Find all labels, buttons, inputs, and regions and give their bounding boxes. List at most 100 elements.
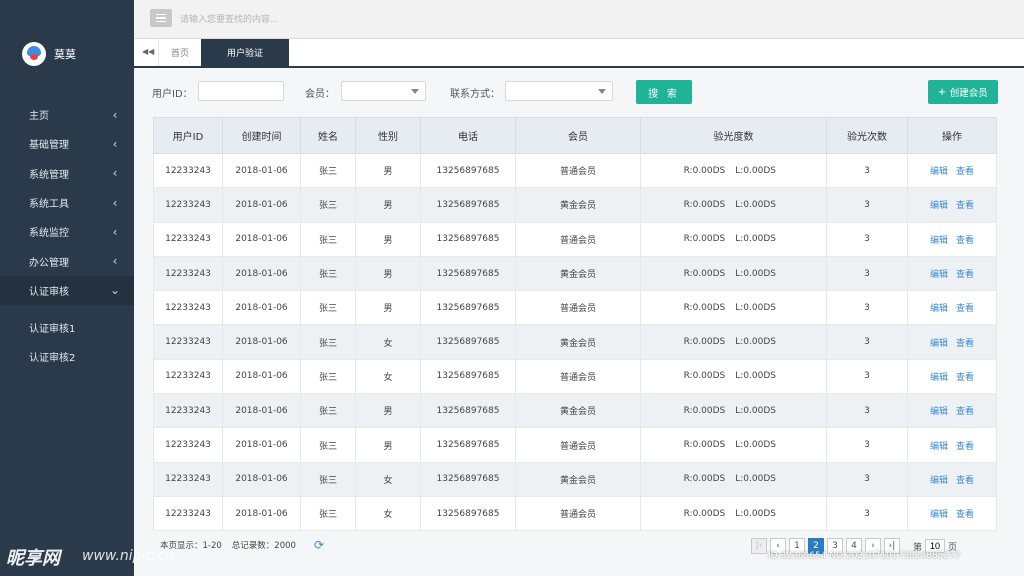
user-id-input[interactable] — [198, 81, 284, 101]
cell-user-id: 12233243 — [153, 153, 223, 189]
double-chevron-left-icon[interactable]: ◀◀ — [142, 47, 154, 57]
vision-left: L:0.00DS — [735, 234, 776, 245]
sidebar-item-audit[interactable]: 认证审核 ⌄ — [0, 275, 134, 306]
cell-gender: 女 — [355, 496, 421, 532]
cell-actions: 编辑 查看 — [907, 256, 997, 292]
cell-vision: R:0.00DS L:0.00DS — [640, 256, 827, 292]
edit-link[interactable]: 编辑 — [930, 407, 948, 417]
edit-link[interactable]: 编辑 — [930, 442, 948, 452]
tab-user-verify[interactable]: 用户验证 — [201, 39, 289, 66]
cell-gender: 男 — [355, 222, 421, 257]
global-search-input[interactable] — [178, 10, 482, 28]
edit-link[interactable]: 编辑 — [930, 510, 948, 520]
view-link[interactable]: 查看 — [956, 373, 974, 383]
view-link[interactable]: 查看 — [956, 476, 974, 486]
table-row[interactable]: 12233243 2018-01-06 张三男 13256897685 普通会员 R:0.… — [153, 427, 997, 463]
contact-select[interactable] — [505, 81, 613, 101]
col-phone[interactable]: 电话 — [420, 117, 516, 154]
table-footer-info: 本页显示：1-20 总记录数：2000 ⟳ — [160, 538, 324, 552]
user-table: 用户ID 创建时间 姓名 性别 电话 会员 验光度数 验光次数 操作 12233… — [153, 117, 997, 532]
cell-vision: R:0.00DS L:0.00DS — [640, 187, 827, 223]
edit-link[interactable]: 编辑 — [930, 201, 948, 211]
vision-right: R:0.00DS — [683, 199, 726, 210]
sidebar-item-label: 主页 — [29, 111, 49, 123]
cell-name: 张三 — [300, 496, 356, 532]
table-row[interactable]: 12233243 2018-01-06 张三男 13256897685 普通会员 R:0.… — [153, 153, 997, 189]
table-row[interactable]: 12233243 2018-01-06 张三女 13256897685 普通会员 R:0.… — [153, 359, 997, 395]
vision-right: R:0.00DS — [683, 405, 726, 416]
table-row[interactable]: 12233243 2018-01-06 张三男 13256897685 黄金会员 R:0.… — [153, 187, 997, 223]
cell-created: 2018-01-06 — [222, 324, 301, 360]
cell-actions: 编辑 查看 — [907, 359, 997, 395]
view-link[interactable]: 查看 — [956, 304, 974, 314]
edit-link[interactable]: 编辑 — [930, 339, 948, 349]
menu-toggle-icon[interactable] — [150, 9, 172, 27]
col-created[interactable]: 创建时间 — [222, 117, 301, 154]
col-vision[interactable]: 验光度数 — [640, 117, 827, 154]
sidebar-item-monitor[interactable]: 系统监控 ‹ — [0, 217, 134, 246]
sidebar-item-office[interactable]: 办公管理 ‹ — [0, 246, 134, 275]
edit-link[interactable]: 编辑 — [930, 270, 948, 280]
col-member[interactable]: 会员 — [515, 117, 641, 154]
view-link[interactable]: 查看 — [956, 167, 974, 177]
sidebar-subitem-audit1[interactable]: 认证审核1 — [0, 313, 134, 342]
edit-link[interactable]: 编辑 — [930, 373, 948, 383]
view-link[interactable]: 查看 — [956, 510, 974, 520]
cell-gender: 女 — [355, 462, 421, 497]
table-row[interactable]: 12233243 2018-01-06 张三男 13256897685 普通会员 R:0.… — [153, 222, 997, 257]
cell-member: 普通会员 — [515, 359, 641, 395]
sidebar-item-basic[interactable]: 基础管理 ‹ — [0, 129, 134, 158]
create-member-label: 创建会员 — [949, 88, 988, 99]
cell-vision: R:0.00DS L:0.00DS — [640, 393, 827, 429]
user-profile[interactable]: 莫莫 — [22, 41, 76, 67]
col-name[interactable]: 姓名 — [300, 117, 356, 154]
table-row[interactable]: 12233243 2018-01-06 张三女 13256897685 黄金会员 R:0.… — [153, 462, 997, 497]
cell-phone: 13256897685 — [420, 427, 516, 463]
sidebar-item-system[interactable]: 系统管理 ‹ — [0, 159, 134, 188]
create-member-button[interactable]: + 创建会员 — [928, 80, 998, 104]
col-user-id[interactable]: 用户ID — [153, 117, 223, 154]
edit-link[interactable]: 编辑 — [930, 304, 948, 314]
cell-phone: 13256897685 — [420, 256, 516, 292]
cell-member: 普通会员 — [515, 153, 641, 189]
cell-created: 2018-01-06 — [222, 393, 301, 429]
chevron-left-icon: ‹ — [112, 166, 118, 181]
view-link[interactable]: 查看 — [956, 407, 974, 417]
table-row[interactable]: 12233243 2018-01-06 张三男 13256897685 普通会员 R:0.… — [153, 290, 997, 326]
view-link[interactable]: 查看 — [956, 236, 974, 246]
view-link[interactable]: 查看 — [956, 442, 974, 452]
refresh-icon[interactable]: ⟳ — [314, 538, 324, 552]
view-link[interactable]: 查看 — [956, 201, 974, 211]
search-button[interactable]: 搜 索 — [636, 80, 692, 104]
cell-user-id: 12233243 — [153, 462, 223, 497]
view-link[interactable]: 查看 — [956, 339, 974, 349]
member-select[interactable] — [341, 81, 426, 101]
vision-left: L:0.00DS — [735, 474, 776, 485]
cell-name: 张三 — [300, 393, 356, 429]
tab-home[interactable]: 首页 — [158, 39, 202, 66]
vision-right: R:0.00DS — [683, 234, 726, 245]
cell-phone: 13256897685 — [420, 222, 516, 257]
view-link[interactable]: 查看 — [956, 270, 974, 280]
cell-count: 3 — [826, 462, 908, 497]
edit-link[interactable]: 编辑 — [930, 476, 948, 486]
edit-link[interactable]: 编辑 — [930, 167, 948, 177]
table-row[interactable]: 12233243 2018-01-06 张三男 13256897685 黄金会员 R:0.… — [153, 256, 997, 292]
first-page-button[interactable]: |‹ — [751, 538, 767, 554]
sidebar-item-home[interactable]: 主页 ‹ — [0, 100, 134, 129]
table-row[interactable]: 12233243 2018-01-06 张三女 13256897685 普通会员 R:0.… — [153, 496, 997, 532]
col-count[interactable]: 验光次数 — [826, 117, 908, 154]
cell-name: 张三 — [300, 256, 356, 292]
cell-member: 黄金会员 — [515, 324, 641, 360]
table-row[interactable]: 12233243 2018-01-06 张三女 13256897685 黄金会员 R:0.… — [153, 324, 997, 360]
table-row[interactable]: 12233243 2018-01-06 张三男 13256897685 黄金会员 R:0.… — [153, 393, 997, 429]
cell-member: 黄金会员 — [515, 256, 641, 292]
tab-bar: ◀◀ 首页 用户验证 — [134, 39, 1024, 68]
cell-count: 3 — [826, 427, 908, 463]
sidebar-item-label: 系统管理 — [29, 169, 69, 181]
edit-link[interactable]: 编辑 — [930, 236, 948, 246]
sidebar-item-tools[interactable]: 系统工具 ‹ — [0, 188, 134, 217]
sidebar-subitem-audit2[interactable]: 认证审核2 — [0, 342, 134, 371]
cell-phone: 13256897685 — [420, 153, 516, 189]
col-gender[interactable]: 性别 — [355, 117, 421, 154]
